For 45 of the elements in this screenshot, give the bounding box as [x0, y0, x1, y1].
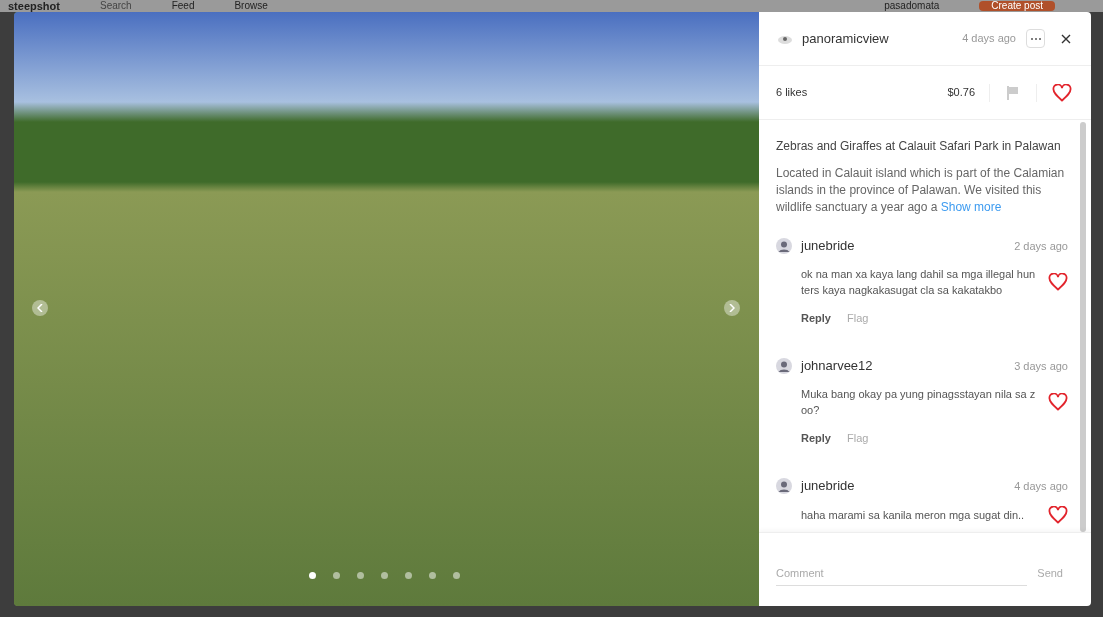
post-description: Located in Calauit island which is part of the Calamian islands in the province of Palawan. We visited this wildlife sanctuary a year ago a Show more	[776, 165, 1066, 216]
comment-time: 4 days ago	[1014, 478, 1068, 494]
flag-icon	[1007, 85, 1019, 100]
comment-text: haha marami sa kanila meron mga sugat din..	[801, 507, 1026, 523]
like-button[interactable]	[1051, 82, 1073, 103]
avatar-icon	[776, 237, 792, 254]
comment-time: 2 days ago	[1014, 238, 1068, 254]
heart-icon	[1048, 392, 1068, 411]
previous-arrow-button[interactable]	[32, 300, 48, 316]
avatar-icon	[776, 477, 792, 494]
next-arrow-button[interactable]	[724, 300, 740, 316]
like-button[interactable]	[1048, 392, 1068, 411]
chevron-right-icon	[729, 304, 735, 312]
logo[interactable]: steepshot	[8, 1, 60, 11]
heart-icon	[1048, 505, 1068, 524]
chevron-left-icon	[37, 304, 43, 312]
nav-link[interactable]: Feed	[171, 1, 195, 11]
comment-author[interactable]: junebride	[801, 476, 855, 496]
nav-link[interactable]: Browse	[234, 1, 268, 11]
comment-field[interactable]: Comment	[776, 560, 1027, 586]
heart-icon	[1052, 83, 1072, 102]
reply-button[interactable]: Reply	[801, 309, 831, 326]
post-title: Zebras and Giraffes at Calauit Safari Park in Palawan	[776, 138, 1062, 155]
create-post-button[interactable]: Create post	[979, 1, 1055, 11]
like-button[interactable]	[1048, 505, 1068, 524]
heart-icon	[1048, 272, 1068, 291]
reply-button[interactable]: Reply	[801, 429, 831, 446]
post-time: 4 days ago	[962, 31, 1016, 47]
close-icon	[1061, 33, 1071, 44]
payout-amount: $0.76	[947, 85, 975, 101]
comment-text: ok na man xa kaya lang dahil sa mga illegal hun ters kaya nagkakasugat cla sa kakatakbo	[801, 266, 1037, 298]
search-field[interactable]: Search	[99, 1, 132, 11]
show-more-link[interactable]: Show more	[940, 200, 1002, 214]
more-icon	[1030, 37, 1041, 40]
author-name[interactable]: panoramicview	[802, 28, 889, 49]
avatar-icon	[776, 357, 792, 374]
more-options-button[interactable]	[1026, 29, 1045, 48]
likes-count[interactable]: 6 likes	[776, 84, 808, 101]
comment-time: 3 days ago	[1014, 358, 1068, 374]
comment-text: Muka bang okay pa yung pinagsstayan nila sa z oo?	[801, 386, 1037, 418]
comment-author[interactable]: junebride	[801, 236, 855, 256]
like-button[interactable]	[1048, 272, 1068, 291]
scrollbar[interactable]	[1080, 122, 1086, 532]
user-name[interactable]: pasadomata	[884, 1, 940, 11]
comment-author[interactable]: johnarvee12	[801, 356, 873, 376]
